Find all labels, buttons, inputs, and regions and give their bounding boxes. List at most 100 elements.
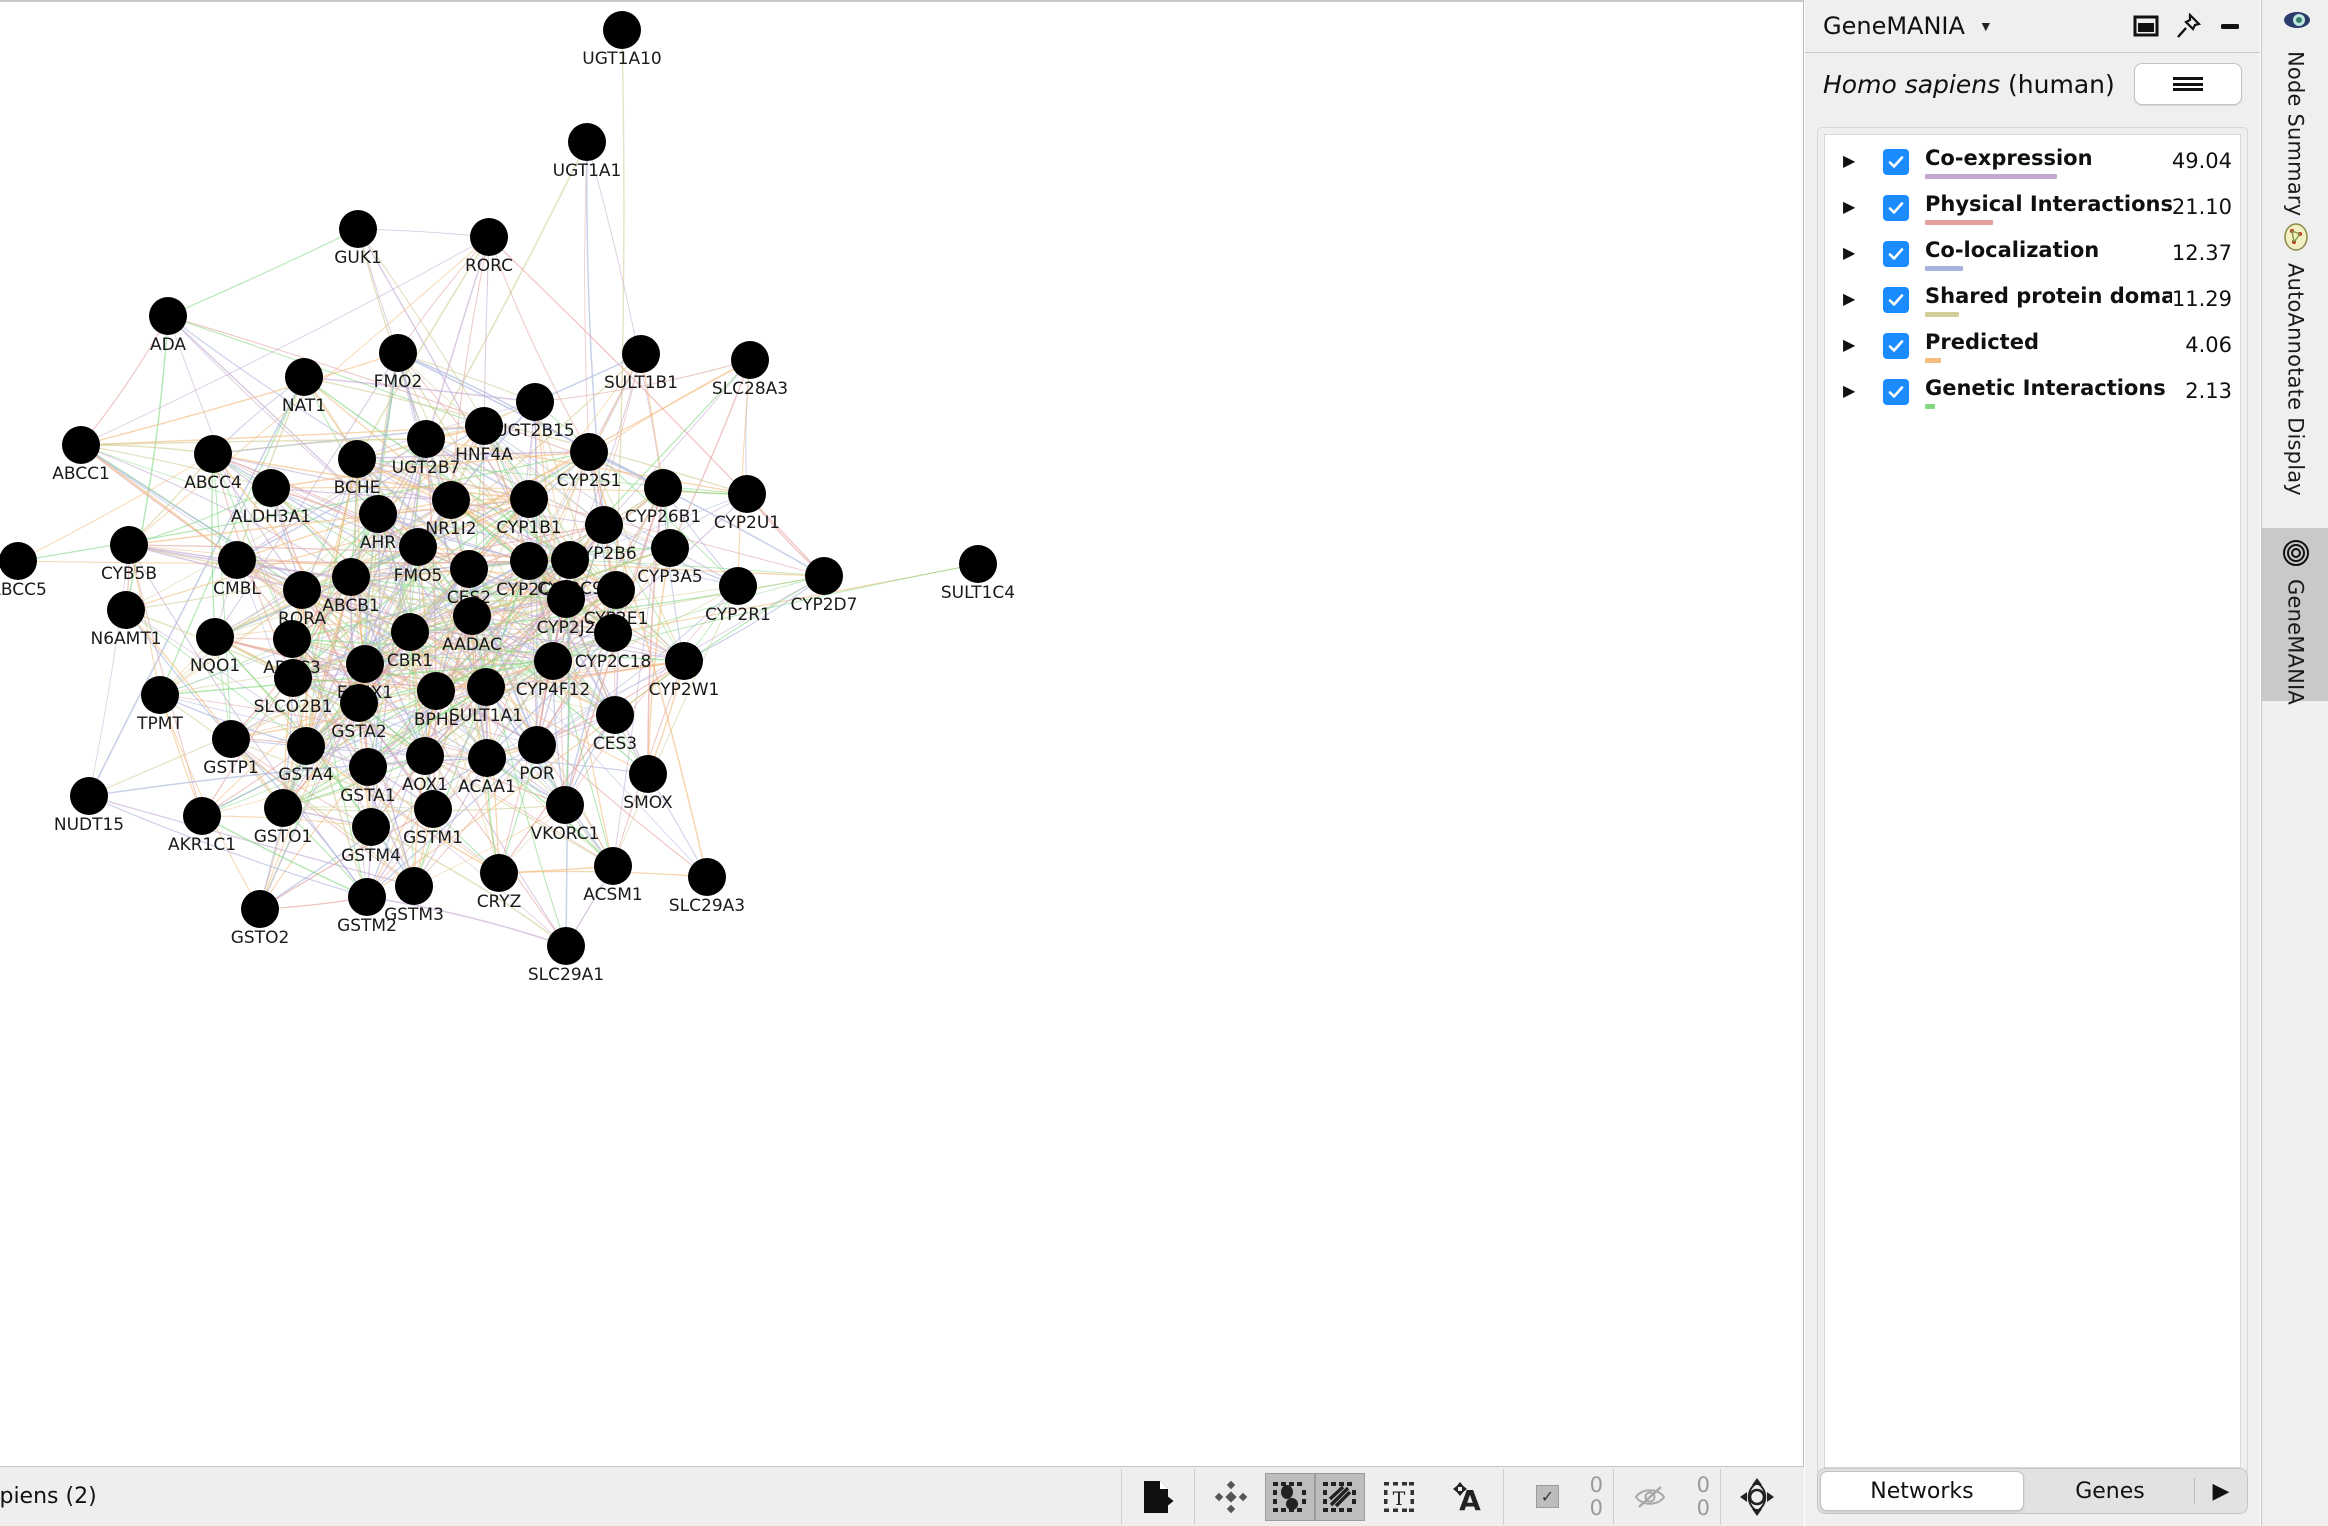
- select-nodes-button[interactable]: [1265, 1472, 1315, 1521]
- vertical-tab-autoannotate-display[interactable]: AutoAnnotate Display: [2262, 212, 2328, 528]
- network-node[interactable]: [346, 645, 384, 683]
- network-node[interactable]: [348, 878, 386, 916]
- network-node[interactable]: [274, 659, 312, 697]
- select-labels-button[interactable]: T: [1374, 1473, 1424, 1521]
- network-node[interactable]: [391, 613, 429, 651]
- network-node[interactable]: [629, 755, 667, 793]
- network-node[interactable]: [218, 541, 256, 579]
- network-node[interactable]: [379, 334, 417, 372]
- network-node[interactable]: [340, 684, 378, 722]
- network-node[interactable]: [597, 571, 635, 609]
- network-node[interactable]: [805, 557, 843, 595]
- node-layout-icon[interactable]: [1732, 1473, 1782, 1521]
- network-node[interactable]: [338, 440, 376, 478]
- network-node[interactable]: [399, 528, 437, 566]
- network-node[interactable]: [470, 218, 508, 256]
- network-node[interactable]: [70, 777, 108, 815]
- network-node[interactable]: [196, 618, 234, 656]
- network-node[interactable]: [273, 620, 311, 658]
- network-node[interactable]: [194, 435, 232, 473]
- network-node[interactable]: [551, 541, 589, 579]
- network-edge[interactable]: [357, 228, 490, 238]
- network-node[interactable]: [359, 495, 397, 533]
- network-node[interactable]: [406, 737, 444, 775]
- network-node[interactable]: [546, 786, 584, 824]
- network-node[interactable]: [264, 789, 302, 827]
- network-checkbox[interactable]: [1883, 241, 1909, 267]
- panel-tab-bar[interactable]: Networks Genes ▶: [1817, 1468, 2248, 1514]
- canvas-toolbar[interactable]: T A ✓ 0 0 0 0: [1119, 1467, 1804, 1526]
- network-node[interactable]: [465, 407, 503, 445]
- network-node[interactable]: [0, 542, 37, 580]
- network-node[interactable]: [728, 475, 766, 513]
- show-all-checkbox[interactable]: ✓: [1536, 1485, 1559, 1508]
- select-edges-button[interactable]: [1315, 1472, 1365, 1521]
- expand-arrow-icon[interactable]: ▶: [1843, 193, 1865, 216]
- chevron-down-icon[interactable]: ▼: [1979, 18, 1993, 34]
- network-node[interactable]: [959, 545, 997, 583]
- network-node[interactable]: [252, 469, 290, 507]
- network-node[interactable]: [651, 529, 689, 567]
- network-row[interactable]: ▶ Predicted 4.06: [1825, 331, 2240, 377]
- network-checkbox[interactable]: [1883, 195, 1909, 221]
- network-node[interactable]: [417, 672, 455, 710]
- tab-overflow-button[interactable]: ▶: [2195, 1478, 2247, 1504]
- fit-selected-button[interactable]: [1206, 1473, 1256, 1521]
- network-node[interactable]: [107, 591, 145, 629]
- network-node[interactable]: [332, 558, 370, 596]
- network-node[interactable]: [594, 614, 632, 652]
- network-node[interactable]: [518, 726, 556, 764]
- network-node[interactable]: [352, 808, 390, 846]
- network-node[interactable]: [665, 642, 703, 680]
- panel-menu-button[interactable]: [2134, 63, 2242, 105]
- network-list[interactable]: ▶ Co-expression 49.04 ▶ Physical Interaction…: [1824, 134, 2241, 1468]
- network-row[interactable]: ▶ Physical Interactions 21.10: [1825, 193, 2240, 239]
- network-row[interactable]: ▶ Shared protein doma... 11.29: [1825, 285, 2240, 331]
- network-node[interactable]: [570, 433, 608, 471]
- network-node[interactable]: [395, 867, 433, 905]
- network-node[interactable]: [407, 420, 445, 458]
- network-node[interactable]: [594, 847, 632, 885]
- network-node[interactable]: [110, 526, 148, 564]
- network-node[interactable]: [212, 720, 250, 758]
- network-node[interactable]: [688, 858, 726, 896]
- expand-arrow-icon[interactable]: ▶: [1843, 331, 1865, 354]
- minimize-panel-button[interactable]: [2216, 12, 2244, 40]
- network-node[interactable]: [547, 580, 585, 618]
- network-node[interactable]: [467, 668, 505, 706]
- network-node[interactable]: [644, 469, 682, 507]
- network-node[interactable]: [731, 341, 769, 379]
- network-node[interactable]: [516, 383, 554, 421]
- network-node[interactable]: [568, 123, 606, 161]
- tab-genes[interactable]: Genes: [2026, 1471, 2194, 1511]
- network-node[interactable]: [585, 506, 623, 544]
- label-font-button[interactable]: A: [1442, 1473, 1492, 1521]
- network-checkbox[interactable]: [1883, 333, 1909, 359]
- network-node[interactable]: [287, 727, 325, 765]
- network-node[interactable]: [183, 797, 221, 835]
- network-node[interactable]: [62, 426, 100, 464]
- network-edge[interactable]: [397, 236, 490, 354]
- expand-arrow-icon[interactable]: ▶: [1843, 239, 1865, 262]
- vertical-tab-node-summary[interactable]: Node Summary: [2262, 0, 2328, 216]
- network-node[interactable]: [480, 854, 518, 892]
- tab-networks[interactable]: Networks: [1820, 1471, 2024, 1511]
- network-node[interactable]: [603, 11, 641, 49]
- export-network-button[interactable]: [1133, 1473, 1183, 1521]
- network-node[interactable]: [149, 297, 187, 335]
- network-graph[interactable]: UGT1A10 UGT1A1 GUK1 RORC ADA FMO2 SULT1B1 SLC28…: [0, 2, 1804, 1466]
- network-checkbox[interactable]: [1883, 379, 1909, 405]
- network-node[interactable]: [468, 739, 506, 777]
- pin-panel-button[interactable]: [2174, 12, 2202, 40]
- network-node[interactable]: [285, 358, 323, 396]
- expand-arrow-icon[interactable]: ▶: [1843, 377, 1865, 400]
- network-node[interactable]: [534, 642, 572, 680]
- network-row[interactable]: ▶ Co-localization 12.37: [1825, 239, 2240, 285]
- network-canvas[interactable]: UGT1A10 UGT1A1 GUK1 RORC ADA FMO2 SULT1B1 SLC28…: [0, 0, 1804, 1466]
- float-window-button[interactable]: [2132, 12, 2160, 40]
- network-node[interactable]: [719, 567, 757, 605]
- network-node[interactable]: [510, 480, 548, 518]
- network-checkbox[interactable]: [1883, 149, 1909, 175]
- network-node[interactable]: [596, 696, 634, 734]
- vertical-tab-genemania[interactable]: GeneMANIA: [2262, 528, 2328, 705]
